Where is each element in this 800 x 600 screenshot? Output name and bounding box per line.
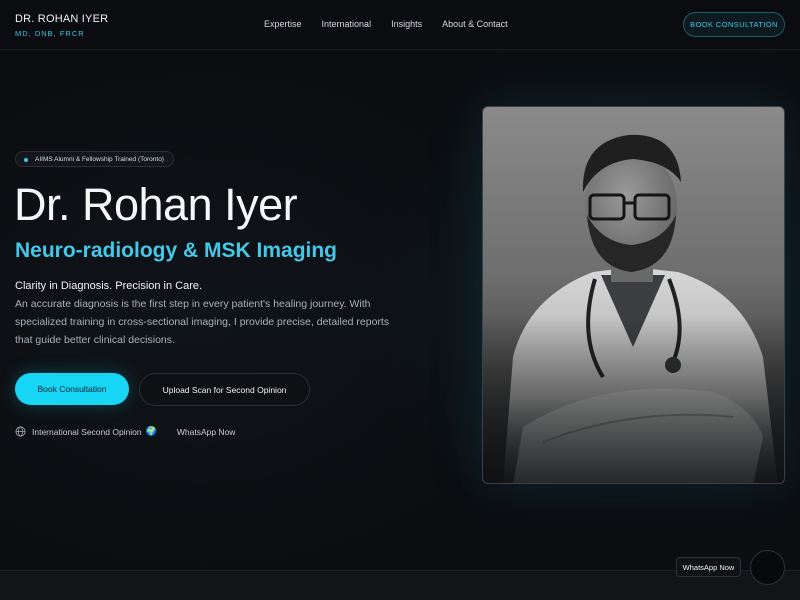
doctor-portrait — [482, 106, 785, 484]
secondary-links: International Second Opinion 🌍 WhatsApp … — [15, 426, 235, 437]
hero-tagline: Clarity in Diagnosis. Precision in Care. — [15, 280, 203, 292]
upload-scan-button[interactable]: Upload Scan for Second Opinion — [139, 373, 310, 406]
nav-item-international[interactable]: International — [322, 19, 372, 29]
hero-title: Dr. Rohan Iyer — [14, 179, 298, 230]
credentials-badge: AIIMS Alumni & Fellowship Trained (Toron… — [15, 151, 174, 167]
earth-emoji-icon: 🌍 — [145, 426, 157, 436]
brand-logo[interactable]: DR. ROHAN IYER MD, DNB, FRCR — [15, 13, 108, 38]
badge-text: AIIMS Alumni & Fellowship Trained (Toron… — [35, 155, 164, 163]
whatsapp-now-link[interactable]: WhatsApp Now — [177, 427, 236, 437]
whatsapp-floating-button[interactable] — [750, 550, 785, 585]
main-nav: Expertise International Insights About &… — [264, 19, 508, 29]
hero-description: An accurate diagnosis is the first step … — [15, 298, 390, 346]
book-consultation-button[interactable]: Book Consultation — [15, 373, 129, 405]
international-second-opinion-label: International Second Opinion — [32, 426, 142, 437]
doctor-portrait-image — [483, 107, 784, 483]
nav-item-about-contact[interactable]: About & Contact — [442, 19, 508, 29]
nav-item-expertise[interactable]: Expertise — [264, 19, 302, 29]
book-consultation-header-button[interactable]: BOOK CONSULTATION — [683, 12, 785, 37]
site-header: DR. ROHAN IYER MD, DNB, FRCR Expertise I… — [0, 0, 800, 50]
international-second-opinion-link[interactable]: International Second Opinion 🌍 — [15, 426, 157, 437]
nav-item-insights[interactable]: Insights — [391, 19, 422, 29]
brand-name: DR. ROHAN IYER — [15, 13, 109, 25]
brand-credentials: MD, DNB, FRCR — [15, 29, 85, 38]
globe-icon — [15, 426, 26, 437]
whatsapp-tooltip[interactable]: WhatsApp Now — [676, 557, 741, 577]
hero-subtitle: Neuro-radiology & MSK Imaging — [15, 239, 338, 262]
badge-dot-icon — [24, 157, 28, 162]
